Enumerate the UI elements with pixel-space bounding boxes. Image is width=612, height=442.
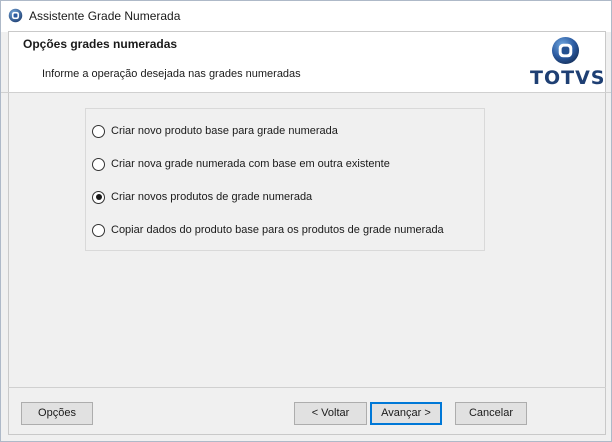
radio-button[interactable] [92, 124, 105, 138]
radio-button-selected[interactable] [92, 190, 105, 204]
option-copy-base-data[interactable]: Copiar dados do produto base para os pro… [92, 222, 444, 238]
wizard-header: Opções grades numeradas Informe a operaç… [8, 31, 606, 92]
page-description: Informe a operação desejada nas grades n… [42, 68, 301, 80]
app-globe-icon [8, 8, 23, 23]
window-title: Assistente Grade Numerada [29, 9, 181, 23]
option-label: Criar nova grade numerada com base em ou… [111, 158, 390, 170]
wizard-content: Criar novo produto base para grade numer… [8, 93, 606, 387]
operation-options-group: Criar novo produto base para grade numer… [85, 108, 485, 251]
radio-button[interactable] [92, 223, 105, 237]
wizard-footer: Opções < Voltar Avançar > Cancelar [8, 388, 606, 435]
page-title: Opções grades numeradas [23, 37, 178, 51]
option-create-grid-from-existing[interactable]: Criar nova grade numerada com base em ou… [92, 156, 390, 172]
option-label: Criar novo produto base para grade numer… [111, 125, 338, 137]
totvs-logo-icon [551, 36, 580, 65]
option-create-grid-products[interactable]: Criar novos produtos de grade numerada [92, 189, 312, 205]
option-create-base-product[interactable]: Criar novo produto base para grade numer… [92, 123, 338, 139]
logo-wordmark: TOTVS [530, 67, 606, 89]
option-label: Criar novos produtos de grade numerada [111, 191, 313, 203]
back-button[interactable]: < Voltar [294, 402, 367, 425]
title-bar[interactable]: Assistente Grade Numerada [1, 1, 611, 32]
next-button[interactable]: Avançar > [370, 402, 442, 425]
cancel-button[interactable]: Cancelar [455, 402, 527, 425]
radio-button[interactable] [92, 157, 105, 171]
wizard-window: Assistente Grade Numerada Opções grades … [0, 0, 612, 442]
option-label: Copiar dados do produto base para os pro… [111, 224, 444, 236]
totvs-logo: TOTVS [530, 35, 606, 89]
options-button[interactable]: Opções [21, 402, 93, 425]
